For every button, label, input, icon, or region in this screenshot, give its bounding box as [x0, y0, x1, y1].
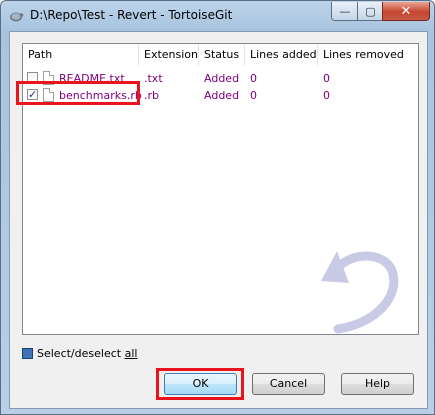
select-all-checkbox[interactable]: Select/deselect all — [22, 346, 137, 362]
row-status: Added — [204, 72, 240, 85]
tortoisegit-app-icon — [10, 12, 24, 22]
maximize-button[interactable]: ▢ — [357, 2, 384, 21]
column-header-lines-removed[interactable]: Lines removed — [318, 44, 418, 66]
annotation-highlight-ok — [156, 368, 244, 400]
dialog-client-area: Path Extension Status Lines added Lines … — [9, 31, 428, 409]
close-icon: ✕ — [400, 3, 412, 19]
column-header-lines-added[interactable]: Lines added — [245, 44, 318, 66]
select-all-label: Select/deselect — [37, 347, 125, 360]
row-extension: .rb — [144, 89, 160, 102]
row-status: Added — [204, 89, 240, 102]
column-header-extension[interactable]: Extension — [139, 44, 199, 66]
title-bar[interactable]: D:\Repo\Test - Revert - TortoiseGit — ▢ … — [1, 1, 434, 29]
cancel-button[interactable]: Cancel — [252, 373, 325, 395]
column-header-status[interactable]: Status — [199, 44, 245, 66]
annotation-highlight-row — [16, 81, 140, 105]
row-lines-added: 0 — [250, 72, 257, 85]
column-header-path[interactable]: Path — [23, 44, 139, 66]
window-title: D:\Repo\Test - Revert - TortoiseGit — [30, 8, 233, 22]
row-lines-added: 0 — [250, 89, 257, 102]
select-all-accel: all — [124, 347, 138, 360]
row-lines-removed: 0 — [323, 89, 330, 102]
close-button[interactable]: ✕ — [382, 2, 430, 21]
revert-arrow-watermark-icon — [321, 251, 399, 334]
minimize-icon: — — [339, 4, 351, 18]
list-header: Path Extension Status Lines added Lines … — [23, 44, 418, 68]
row-lines-removed: 0 — [323, 72, 330, 85]
revert-dialog-window: D:\Repo\Test - Revert - TortoiseGit — ▢ … — [0, 0, 435, 415]
help-button[interactable]: Help — [341, 373, 414, 395]
maximize-icon: ▢ — [365, 4, 376, 18]
minimize-button[interactable]: — — [331, 2, 359, 21]
select-all-box[interactable] — [22, 347, 33, 359]
row-extension: .txt — [144, 72, 163, 85]
